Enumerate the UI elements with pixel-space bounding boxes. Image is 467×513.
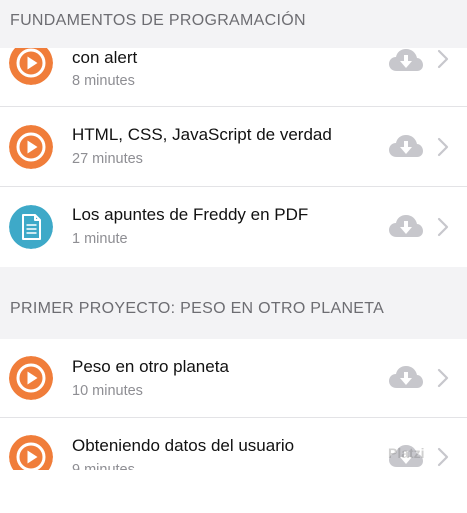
section-header-label: PRIMER PROYECTO: PESO EN OTRO PLANETA bbox=[10, 300, 385, 317]
chevron-right-icon[interactable] bbox=[437, 447, 449, 467]
lesson-duration: 9 minutes bbox=[72, 462, 135, 470]
lesson-title: Los apuntes de Freddy en PDF bbox=[72, 205, 309, 224]
download-icon[interactable] bbox=[388, 47, 424, 73]
video-icon bbox=[9, 356, 53, 400]
lesson-title: Obteniendo datos del usuario bbox=[72, 436, 295, 455]
document-icon bbox=[9, 205, 53, 249]
lesson-duration: 27 minutes bbox=[72, 151, 143, 167]
platzi-watermark: Platzi bbox=[388, 445, 425, 461]
video-icon bbox=[9, 435, 53, 470]
lesson-row[interactable]: Peso en otro planeta 10 minutes bbox=[0, 339, 467, 418]
lesson-duration: 8 minutes bbox=[72, 73, 135, 89]
lesson-row[interactable]: Obteniendo datos del usuario 9 minutes bbox=[0, 418, 467, 470]
chevron-right-icon[interactable] bbox=[437, 368, 449, 388]
lesson-title: Peso en otro planeta bbox=[72, 357, 229, 376]
section-header-fundamentos: FUNDAMENTOS DE PROGRAMACIÓN bbox=[0, 0, 467, 48]
download-icon[interactable] bbox=[388, 364, 424, 390]
lesson-duration: 10 minutes bbox=[72, 383, 143, 399]
section-header-label: FUNDAMENTOS DE PROGRAMACIÓN bbox=[10, 12, 306, 29]
chevron-right-icon[interactable] bbox=[437, 137, 449, 157]
lesson-row[interactable]: Los apuntes de Freddy en PDF 1 minute bbox=[0, 187, 467, 267]
lesson-title: HTML, CSS, JavaScript de verdad bbox=[72, 125, 332, 144]
video-icon bbox=[9, 125, 53, 169]
chevron-right-icon[interactable] bbox=[437, 49, 449, 69]
lesson-duration: 1 minute bbox=[72, 231, 128, 247]
chevron-right-icon[interactable] bbox=[437, 217, 449, 237]
download-icon[interactable] bbox=[388, 133, 424, 159]
lesson-row[interactable]: HTML, CSS, JavaScript de verdad 27 minut… bbox=[0, 107, 467, 187]
download-icon[interactable] bbox=[388, 213, 424, 239]
section-header-primer-proyecto: PRIMER PROYECTO: PESO EN OTRO PLANETA bbox=[0, 296, 467, 326]
lesson-title: con alert bbox=[72, 48, 138, 67]
